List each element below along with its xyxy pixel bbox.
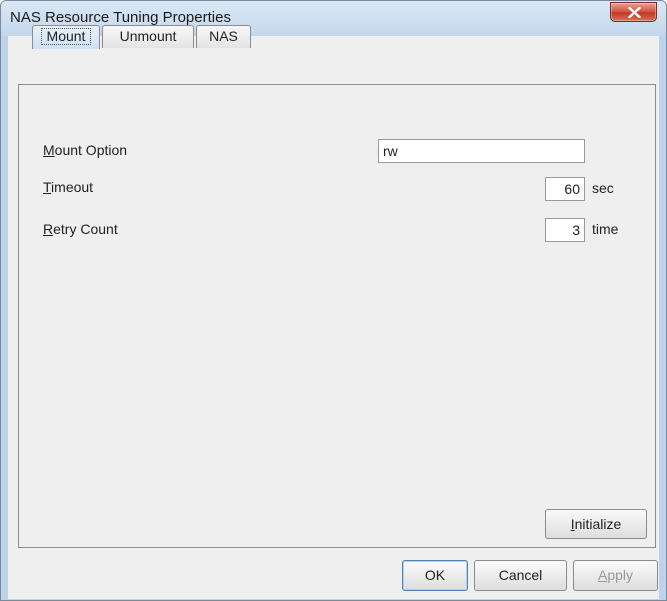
close-button[interactable]	[610, 2, 657, 22]
tab-nas-label: NAS	[209, 28, 238, 44]
close-icon	[628, 7, 641, 18]
timeout-unit: sec	[592, 180, 614, 196]
mount-option-label: Mount Option	[43, 142, 128, 158]
tab-mount-label: Mount	[40, 28, 92, 45]
cancel-button[interactable]: Cancel	[474, 560, 567, 591]
ok-button[interactable]: OK	[402, 560, 468, 591]
apply-button[interactable]: Apply	[573, 560, 658, 591]
tab-unmount[interactable]: Unmount	[102, 25, 194, 48]
initialize-button[interactable]: Initialize	[545, 509, 647, 539]
title-bar[interactable]: NAS Resource Tuning Properties	[1, 1, 666, 36]
mount-option-input[interactable]	[378, 139, 585, 163]
timeout-input[interactable]	[545, 177, 585, 201]
retry-count-unit: time	[592, 221, 619, 237]
tab-mount[interactable]: Mount	[32, 25, 100, 49]
retry-count-input[interactable]	[545, 218, 585, 242]
tab-unmount-label: Unmount	[119, 28, 177, 44]
retry-count-label: Retry Count	[43, 221, 118, 237]
window-title: NAS Resource Tuning Properties	[10, 9, 231, 26]
timeout-label: Timeout	[43, 179, 94, 195]
tab-nas[interactable]: NAS	[196, 25, 251, 48]
